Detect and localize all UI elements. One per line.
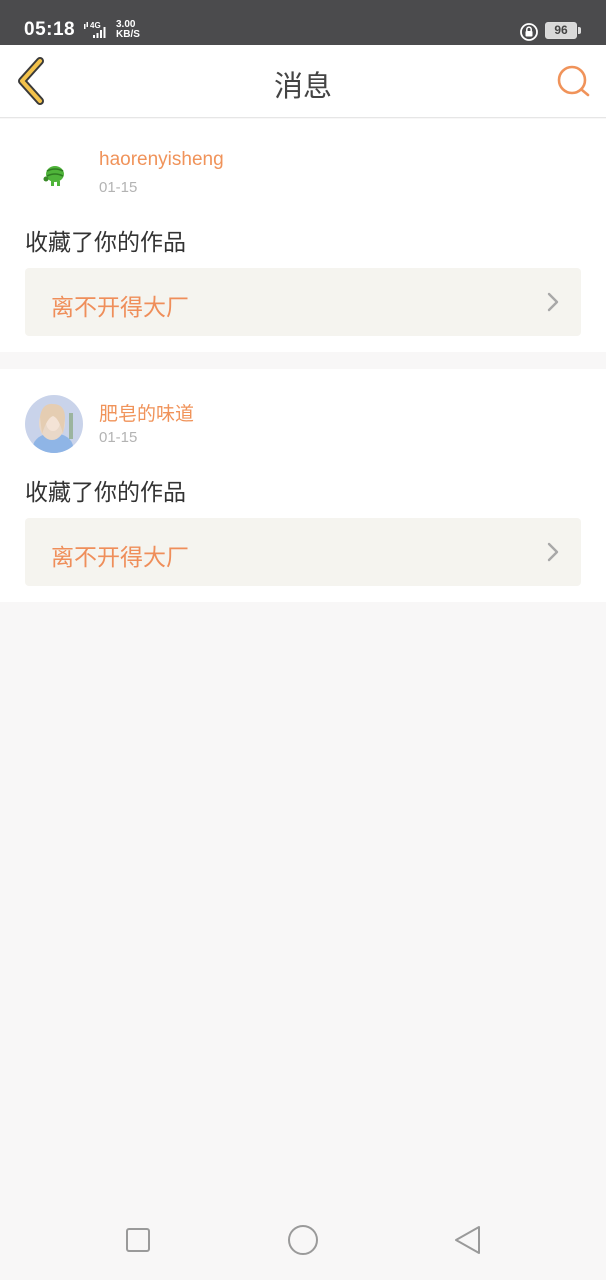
navigation-bar: 消息 (0, 45, 606, 118)
system-navigation-bar (0, 1200, 606, 1280)
recent-apps-icon[interactable] (120, 1222, 156, 1258)
user-avatar[interactable] (25, 395, 83, 453)
work-title: 离不开得大厂 (51, 545, 189, 571)
speed-unit: KB/S (116, 29, 140, 40)
status-bar: 05:18 4G 3.00 KB/S 96 (0, 0, 606, 45)
message-card: 肥皂的味道 01-15 收藏了你的作品 离不开得大厂 (0, 369, 606, 602)
chevron-right-icon (547, 542, 559, 562)
message-date: 01-15 (99, 429, 138, 446)
message-date: 01-15 (99, 179, 138, 196)
rotation-lock-icon (520, 23, 538, 41)
work-title: 离不开得大厂 (51, 295, 189, 321)
page-title: 消息 (273, 69, 332, 103)
battery-tip (578, 27, 581, 34)
home-icon[interactable] (285, 1222, 321, 1258)
user-avatar[interactable] (25, 145, 83, 203)
status-time: 05:18 (24, 19, 76, 40)
network-speed: 3.00 KB/S (116, 20, 140, 40)
signal-icon: 4G (84, 21, 106, 38)
username[interactable]: 肥皂的味道 (99, 399, 194, 426)
message-action: 收藏了你的作品 (25, 230, 186, 256)
message-action: 收藏了你的作品 (25, 480, 186, 506)
network-type-label: 4G (90, 21, 101, 30)
back-nav-icon[interactable] (450, 1222, 486, 1258)
green-character-avatar-icon (25, 145, 83, 203)
message-card: haorenyisheng 01-15 收藏了你的作品 离不开得大厂 (0, 119, 606, 352)
work-link[interactable]: 离不开得大厂 (25, 518, 581, 586)
search-icon[interactable] (552, 61, 594, 103)
battery-indicator: 96 (545, 22, 577, 39)
girl-photo-avatar-icon (25, 395, 83, 453)
username[interactable]: haorenyisheng (99, 149, 224, 171)
chevron-right-icon (547, 292, 559, 312)
work-link[interactable]: 离不开得大厂 (25, 268, 581, 336)
